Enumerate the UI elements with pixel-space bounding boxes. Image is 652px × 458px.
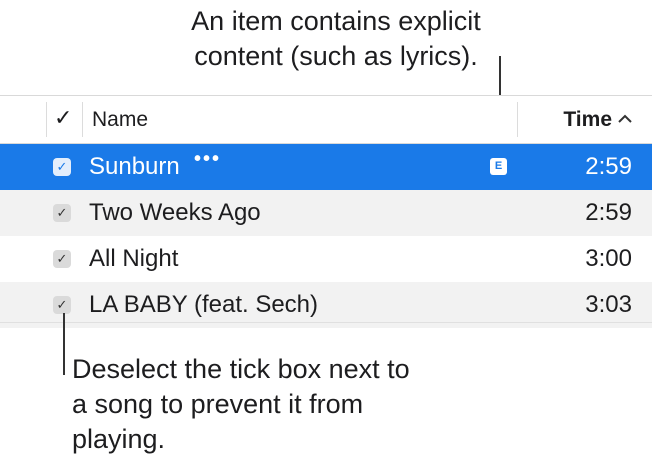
checkbox-callout: Deselect the tick box next to a song to … (72, 354, 410, 454)
row-checkbox[interactable]: ✓ (53, 158, 71, 176)
checkbox-callout-leader (63, 313, 65, 375)
table-bottom-border (0, 322, 652, 323)
column-divider[interactable] (517, 102, 518, 137)
song-row[interactable]: ✓ Two Weeks Ago 2:59 (0, 190, 652, 236)
header-check-column[interactable]: ✓ (54, 105, 72, 131)
song-title: All Night (89, 245, 179, 272)
more-options-button[interactable]: ••• (194, 148, 221, 171)
song-time: 2:59 (585, 199, 632, 226)
explicit-badge: E (490, 158, 507, 175)
song-title: LA BABY (feat. Sech) (89, 291, 319, 318)
column-divider[interactable] (46, 102, 47, 137)
song-time: 2:59 (585, 153, 632, 180)
row-checkbox[interactable]: ✓ (53, 250, 71, 268)
song-row[interactable]: ✓ Sunburn ••• E 2:59 (0, 144, 652, 190)
song-title: Two Weeks Ago (89, 199, 261, 226)
song-time: 3:00 (585, 245, 632, 272)
column-divider[interactable] (82, 102, 83, 137)
song-row[interactable]: ✓ All Night 3:00 (0, 236, 652, 282)
header-time-column[interactable]: Time (563, 108, 612, 132)
song-table: ✓ Name Time ✓ Sunburn ••• E 2:59 ✓ Two W… (0, 95, 652, 328)
table-header: ✓ Name Time (0, 95, 652, 144)
song-time: 3:03 (585, 291, 632, 318)
row-checkbox[interactable]: ✓ (53, 296, 71, 314)
row-checkbox[interactable]: ✓ (53, 204, 71, 222)
explicit-callout: An item contains explicit content (such … (191, 6, 481, 71)
song-title: Sunburn (89, 153, 180, 180)
sort-ascending-icon[interactable] (618, 108, 632, 129)
header-name-column[interactable]: Name (92, 108, 148, 132)
